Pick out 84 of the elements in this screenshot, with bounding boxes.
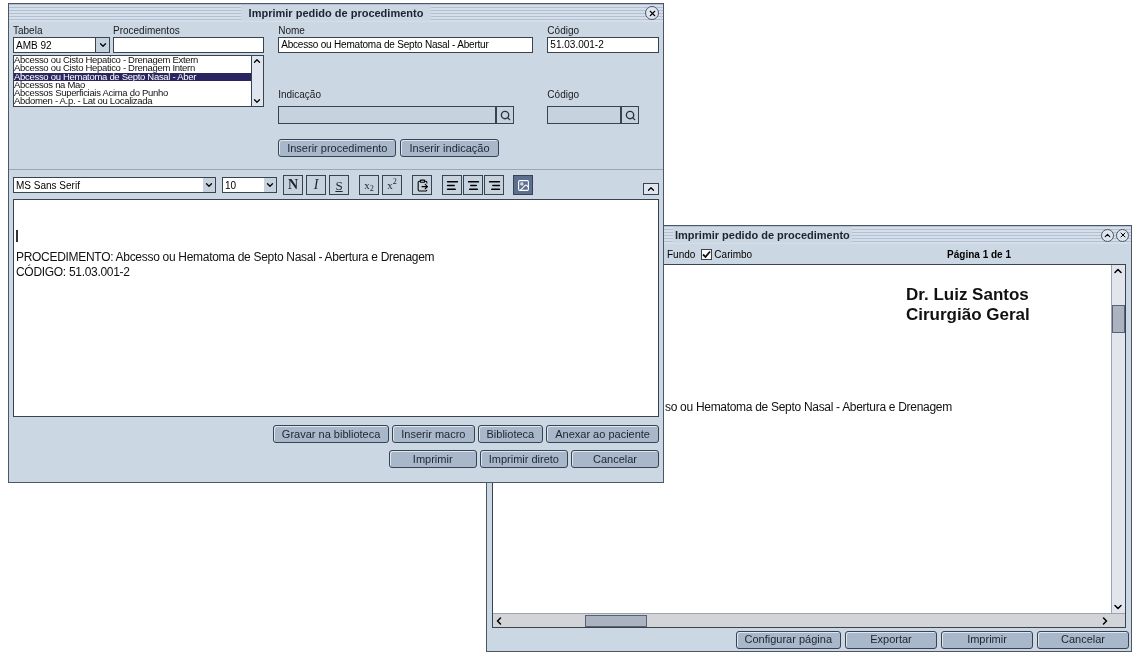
editor-line: CÓDIGO: 51.03.001-2 (16, 265, 131, 280)
stamp-checkbox[interactable] (701, 248, 713, 260)
search-icon (499, 109, 511, 121)
field-label: Procedimentos (113, 25, 181, 36)
list-item[interactable]: Abcessos na Mao (14, 80, 252, 90)
search-button[interactable] (621, 106, 640, 124)
dialog-button[interactable]: Imprimir direto (479, 450, 568, 468)
format-button[interactable]: x$_{2}$ (359, 175, 379, 195)
align-right-icon (487, 178, 501, 192)
code-field[interactable]: 51.03.001-2 (547, 37, 659, 53)
align-center-button[interactable] (463, 175, 483, 195)
dialog-button[interactable]: Inserir indicação (400, 139, 499, 157)
indication-field[interactable] (278, 106, 497, 124)
dialog-button[interactable]: Biblioteca (477, 425, 544, 443)
align-left-button[interactable] (442, 175, 462, 195)
field-label: Tabela (13, 25, 44, 36)
search-icon (624, 109, 636, 121)
close-button[interactable] (1116, 228, 1129, 242)
dialog-button[interactable]: Exportar (845, 630, 937, 649)
text-editor[interactable]: PROCEDIMENTO: Abcesso ou Hematoma de Septo Nasal - Abertura e Drenagem CÓDIGO: 51.03.001-2 (13, 199, 659, 417)
close-icon (1118, 231, 1127, 239)
window-title: Imprimir pedido de procedimento (673, 226, 852, 244)
format-button[interactable]: N (283, 175, 303, 195)
image-icon (516, 178, 530, 192)
format-button[interactable]: x$^{2}$ (382, 175, 402, 195)
doctor-header: Cirurgião Geral (906, 305, 1030, 325)
scroll-down-icon (252, 96, 263, 106)
procedures-field[interactable] (113, 37, 265, 53)
dialog-button[interactable]: Inserir macro (392, 425, 475, 443)
dropdown-icon (265, 180, 275, 190)
scroll-thumb[interactable] (1112, 305, 1125, 333)
scrollbar[interactable] (251, 56, 264, 106)
align-center-icon (466, 178, 480, 192)
minimize-button[interactable] (1101, 228, 1114, 242)
dialog-button[interactable]: Gravar na biblioteca (272, 425, 390, 443)
scroll-up-icon (252, 56, 263, 66)
close-button[interactable] (645, 6, 659, 20)
dialog-button[interactable]: Cancelar (1037, 630, 1129, 649)
editor-line: PROCEDIMENTO: Abcesso ou Hematoma de Septo Nasal - Abertura e Drenagem (16, 250, 436, 264)
paste-button[interactable] (412, 175, 432, 195)
field-label: Indicação (278, 89, 321, 100)
list-item[interactable]: Abcessos Superficiais Acima do Punho (14, 89, 252, 98)
text-cursor (16, 230, 18, 242)
image-button[interactable] (513, 175, 533, 195)
horizontal-scrollbar[interactable] (493, 613, 1125, 627)
field-label: Código (547, 25, 581, 36)
field-label: Código (547, 89, 580, 100)
dialog-button[interactable]: Cancelar (571, 450, 659, 468)
format-button[interactable]: S (329, 175, 349, 195)
procedure-list[interactable] (13, 55, 265, 107)
paste-icon (415, 178, 429, 192)
align-right-button[interactable] (484, 175, 504, 195)
list-item[interactable]: Abcesso ou Cisto Hepatico - Drenagem Intern (14, 64, 252, 73)
check-icon (702, 249, 712, 259)
window-title: Imprimir pedido de procedimento (240, 4, 432, 22)
format-button[interactable]: I (306, 175, 326, 195)
scroll-thumb[interactable] (585, 614, 647, 627)
dropdown-icon (204, 180, 214, 190)
close-icon (647, 8, 657, 18)
table-select[interactable]: AMB 92 (13, 37, 110, 53)
dropdown-icon (97, 40, 108, 50)
collapse-button[interactable] (643, 183, 659, 195)
font-select[interactable]: MS Sans Serif (13, 177, 216, 193)
page-indicator: Página 1 de 1 (947, 247, 1011, 262)
search-button[interactable] (496, 106, 515, 124)
name-field[interactable]: Abcesso ou Hematoma de Septo Nasal - Abertur (278, 37, 534, 53)
align-left-icon (445, 178, 459, 192)
vertical-scrollbar[interactable] (1111, 265, 1125, 613)
collapse-icon (646, 184, 656, 194)
list-item[interactable]: Abdomen - A.p. - Lat ou Localizada (14, 97, 252, 106)
procedure-text: so ou Hematoma de Septo Nasal - Abertura e Drenagem (665, 399, 952, 416)
indication-code-field[interactable] (547, 106, 622, 124)
stamp-label: Carimbo (714, 247, 753, 262)
doctor-header: Dr. Luiz Santos (906, 285, 1030, 305)
dialog-button[interactable]: Anexar ao paciente (546, 425, 659, 443)
list-item[interactable]: Abcesso ou Cisto Hepatico - Drenagem Extern (14, 56, 252, 65)
size-select[interactable]: 10 (222, 177, 277, 193)
dialog-button[interactable]: Imprimir (388, 450, 477, 468)
background-label: Fundo (667, 247, 696, 262)
field-label: Nome (278, 25, 306, 36)
dialog-button[interactable]: Configurar página (735, 630, 841, 649)
dialog-button[interactable]: Imprimir (941, 630, 1033, 649)
list-item[interactable]: Abcesso ou Hematoma de Septo Nasal - Aber (14, 72, 252, 81)
dialog-button[interactable]: Inserir procedimento (278, 139, 397, 157)
